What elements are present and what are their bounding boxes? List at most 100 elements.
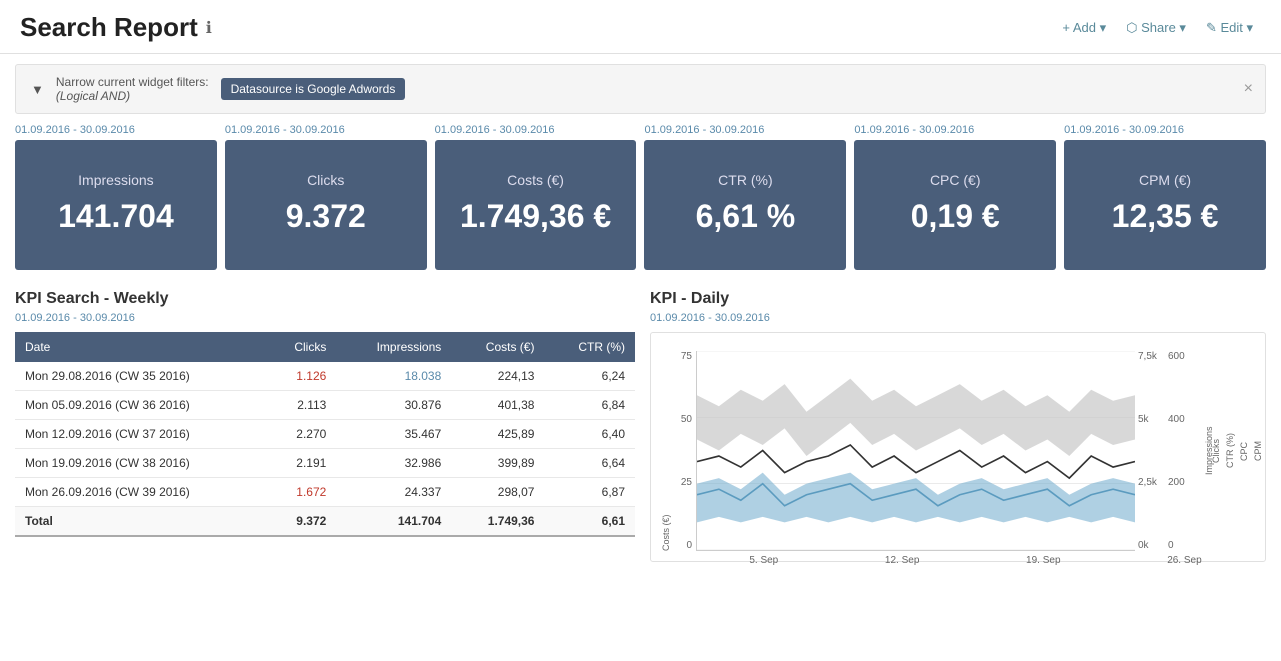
total-ctr: 6,61 xyxy=(544,507,635,537)
y-left-label-1: 50 xyxy=(681,414,692,425)
total-costs: 1.749,36 xyxy=(451,507,544,537)
y-axis-clicks: 6004002000 xyxy=(1165,351,1195,551)
y-right1-label-1: 5k xyxy=(1138,414,1149,425)
col-header-0: Date xyxy=(15,332,266,362)
edit-button[interactable]: ✎ Edit ▾ xyxy=(1198,16,1261,40)
card-wrapper-5: 01.09.2016 - 30.09.2016 CPM (€) 12,35 € xyxy=(1064,124,1266,270)
y-right2-label-0: 600 xyxy=(1168,351,1185,362)
main-content: KPI Search - Weekly 01.09.2016 - 30.09.2… xyxy=(0,280,1281,572)
filter-tag[interactable]: Datasource is Google Adwords xyxy=(221,78,406,100)
cell-clicks-1: 2.113 xyxy=(266,391,337,420)
card-label-1: Clicks xyxy=(239,172,413,188)
cell-date-0: Mon 29.08.2016 (CW 35 2016) xyxy=(15,362,266,391)
card-label-2: Costs (€) xyxy=(449,172,623,188)
card-wrapper-0: 01.09.2016 - 30.09.2016 Impressions 141.… xyxy=(15,124,217,270)
y-axis-impressions: 7,5k 5k 2,5k 0k xyxy=(1135,351,1165,551)
share-button[interactable]: ⬡ Share ▾ xyxy=(1118,16,1194,40)
chart-area: 7550250 xyxy=(661,351,1255,551)
col-header-1: Clicks xyxy=(266,332,337,362)
card-label-4: CPC (€) xyxy=(868,172,1042,188)
info-icon[interactable]: ℹ xyxy=(206,18,212,38)
page-title: Search Report xyxy=(20,12,198,43)
chart-section-date: 01.09.2016 - 30.09.2016 xyxy=(650,312,1266,324)
col-header-2: Impressions xyxy=(336,332,451,362)
card-value-4: 0,19 € xyxy=(868,198,1042,235)
table-row: Mon 26.09.2016 (CW 39 2016) 1.672 24.337… xyxy=(15,478,635,507)
add-button[interactable]: + Add ▾ xyxy=(1054,16,1114,40)
card-wrapper-3: 01.09.2016 - 30.09.2016 CTR (%) 6,61 % xyxy=(644,124,846,270)
kpi-cards-section: 01.09.2016 - 30.09.2016 Impressions 141.… xyxy=(0,124,1281,280)
y-right1-label-0: 7,5k xyxy=(1138,351,1157,362)
card-wrapper-2: 01.09.2016 - 30.09.2016 Costs (€) 1.749,… xyxy=(435,124,637,270)
cell-clicks-0: 1.126 xyxy=(266,362,337,391)
y-right2-label-2: 200 xyxy=(1168,477,1185,488)
kpi-card-3[interactable]: CTR (%) 6,61 % xyxy=(644,140,846,270)
table-header-row: DateClicksImpressionsCosts (€)CTR (%) xyxy=(15,332,635,362)
table-section-date: 01.09.2016 - 30.09.2016 xyxy=(15,312,635,324)
card-value-0: 141.704 xyxy=(29,198,203,235)
cell-ctr-0: 6,24 xyxy=(544,362,635,391)
card-date-1: 01.09.2016 - 30.09.2016 xyxy=(225,124,427,136)
table-total-row: Total 9.372 141.704 1.749,36 6,61 xyxy=(15,507,635,537)
y-right2-label-3: 0 xyxy=(1168,540,1174,551)
card-label-0: Impressions xyxy=(29,172,203,188)
header-actions: + Add ▾ ⬡ Share ▾ ✎ Edit ▾ xyxy=(1054,16,1261,40)
kpi-card-4[interactable]: CPC (€) 0,19 € xyxy=(854,140,1056,270)
imp-link-0[interactable]: 18.038 xyxy=(405,369,442,383)
kpi-card-2[interactable]: Costs (€) 1.749,36 € xyxy=(435,140,637,270)
cell-clicks-2: 2.270 xyxy=(266,420,337,449)
chart-inner: 7550250 xyxy=(661,351,1255,551)
cell-date-2: Mon 12.09.2016 (CW 37 2016) xyxy=(15,420,266,449)
kpi-card-1[interactable]: Clicks 9.372 xyxy=(225,140,427,270)
y-right1-label-3: 0k xyxy=(1138,540,1149,551)
col-header-3: Costs (€) xyxy=(451,332,544,362)
chart-section-title: KPI - Daily xyxy=(650,290,1266,308)
card-date-4: 01.09.2016 - 30.09.2016 xyxy=(854,124,1056,136)
filter-close-button[interactable]: × xyxy=(1244,80,1253,98)
table-row: Mon 19.09.2016 (CW 38 2016) 2.191 32.986… xyxy=(15,449,635,478)
y-axis-left-label: Costs (€) xyxy=(661,351,671,551)
filter-icon: ▼ xyxy=(31,82,44,97)
cell-date-3: Mon 19.09.2016 (CW 38 2016) xyxy=(15,449,266,478)
kpi-card-0[interactable]: Impressions 141.704 xyxy=(15,140,217,270)
cell-clicks-3: 2.191 xyxy=(266,449,337,478)
cell-ctr-4: 6,87 xyxy=(544,478,635,507)
cell-impressions-3: 32.986 xyxy=(336,449,451,478)
kpi-card-5[interactable]: CPM (€) 12,35 € xyxy=(1064,140,1266,270)
cell-costs-1: 401,38 xyxy=(451,391,544,420)
table-row: Mon 29.08.2016 (CW 35 2016) 1.126 18.038… xyxy=(15,362,635,391)
total-clicks: 9.372 xyxy=(266,507,337,537)
card-date-0: 01.09.2016 - 30.09.2016 xyxy=(15,124,217,136)
cell-date-1: Mon 05.09.2016 (CW 36 2016) xyxy=(15,391,266,420)
table-row: Mon 12.09.2016 (CW 37 2016) 2.270 35.467… xyxy=(15,420,635,449)
total-impressions: 141.704 xyxy=(336,507,451,537)
kpi-table: DateClicksImpressionsCosts (€)CTR (%) Mo… xyxy=(15,332,635,537)
cell-ctr-1: 6,84 xyxy=(544,391,635,420)
cards-row: 01.09.2016 - 30.09.2016 Impressions 141.… xyxy=(15,124,1266,270)
y-right1-label-2: 2,5k xyxy=(1138,477,1157,488)
cell-costs-4: 298,07 xyxy=(451,478,544,507)
cell-ctr-3: 6,64 xyxy=(544,449,635,478)
chart-svg xyxy=(697,351,1135,550)
card-value-2: 1.749,36 € xyxy=(449,198,623,235)
y-axis-labels-right2: Clicks CTR (%) CPC CPM xyxy=(1223,351,1251,551)
filter-bar: ▼ Narrow current widget filters: (Logica… xyxy=(15,64,1266,114)
card-date-3: 01.09.2016 - 30.09.2016 xyxy=(644,124,846,136)
card-wrapper-1: 01.09.2016 - 30.09.2016 Clicks 9.372 xyxy=(225,124,427,270)
cell-ctr-2: 6,40 xyxy=(544,420,635,449)
y-left-label-2: 25 xyxy=(681,477,692,488)
chart-container: 7550250 xyxy=(650,332,1266,562)
table-body: Mon 29.08.2016 (CW 35 2016) 1.126 18.038… xyxy=(15,362,635,536)
cell-costs-3: 399,89 xyxy=(451,449,544,478)
x-label-3: 26. Sep xyxy=(1167,555,1201,566)
x-label-2: 19. Sep xyxy=(1026,555,1060,566)
cell-costs-2: 425,89 xyxy=(451,420,544,449)
y-axis-right: 7,5k5k2,5k0k 6004002000 Impressions Clic… xyxy=(1135,351,1255,551)
cell-date-4: Mon 26.09.2016 (CW 39 2016) xyxy=(15,478,266,507)
total-label: Total xyxy=(15,507,266,537)
card-value-1: 9.372 xyxy=(239,198,413,235)
card-wrapper-4: 01.09.2016 - 30.09.2016 CPC (€) 0,19 € xyxy=(854,124,1056,270)
table-row: Mon 05.09.2016 (CW 36 2016) 2.113 30.876… xyxy=(15,391,635,420)
chart-section: KPI - Daily 01.09.2016 - 30.09.2016 7550… xyxy=(650,290,1266,562)
card-label-3: CTR (%) xyxy=(658,172,832,188)
